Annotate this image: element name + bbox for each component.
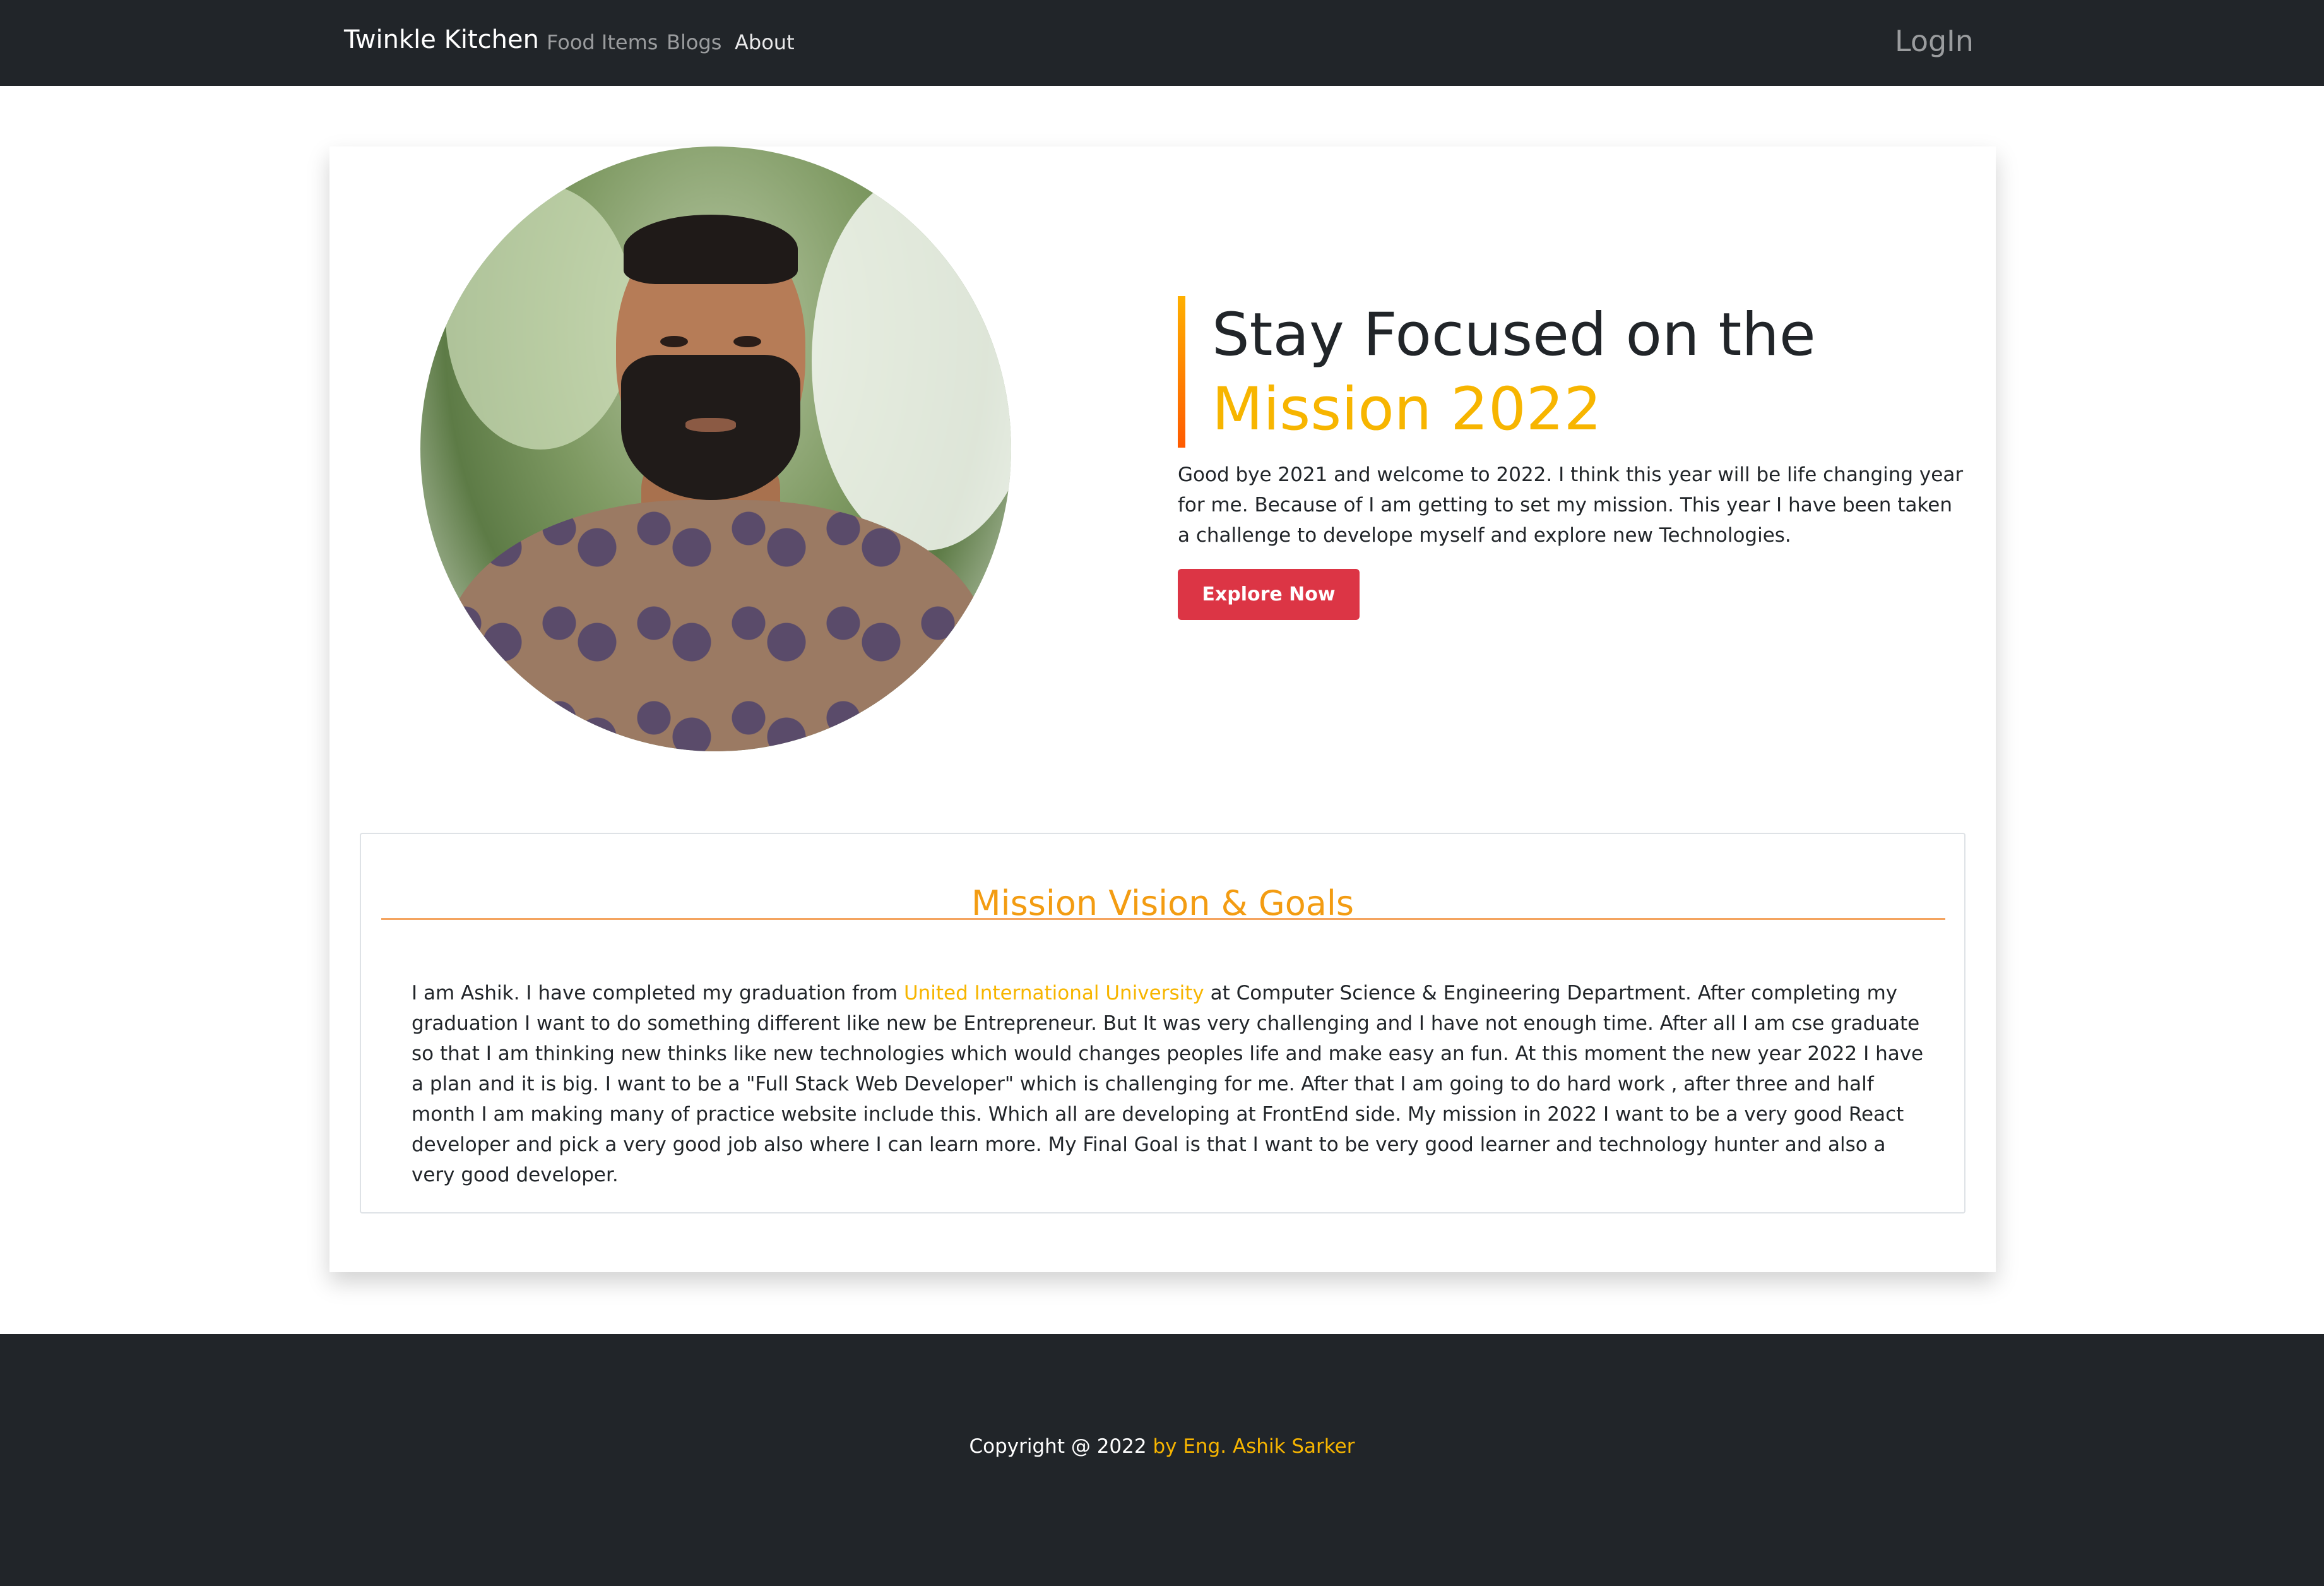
explore-now-button[interactable]: Explore Now <box>1178 569 1360 620</box>
navbar: Twinkle Kitchen Food Items Blogs About L… <box>0 0 2324 86</box>
footer: Copyright @ 2022 by Eng. Ashik Sarker <box>0 1334 2324 1586</box>
goals-title: Mission Vision & Goals <box>971 883 1354 923</box>
goals-text-body: at Computer Science & Engineering Depart… <box>412 982 1924 1186</box>
goals-text-intro: I am Ashik. I have completed my graduati… <box>412 982 904 1005</box>
brand-link[interactable]: Twinkle Kitchen <box>344 25 539 54</box>
footer-copyright: Copyright @ 2022 by Eng. Ashik Sarker <box>0 1435 2324 1458</box>
author-link[interactable]: by Eng. Ashik Sarker <box>1153 1435 1355 1458</box>
hero-heading: Stay Focused on the <box>1212 301 1816 369</box>
copyright-text: Copyright @ 2022 <box>969 1435 1153 1458</box>
university-link[interactable]: United International University <box>904 982 1204 1005</box>
login-link[interactable]: LogIn <box>1895 24 1974 58</box>
hero-description: Good bye 2021 and welcome to 2022. I thi… <box>1178 463 1964 547</box>
heading-accent-bar <box>1178 296 1185 448</box>
nav-food-items[interactable]: Food Items <box>547 30 658 54</box>
hero-heading-highlight: Mission 2022 <box>1212 375 1602 444</box>
nav-blogs[interactable]: Blogs <box>667 30 721 54</box>
nav-about[interactable]: About <box>735 30 795 54</box>
about-card: Stay Focused on the Mission 2022 Good by… <box>329 146 1996 1272</box>
goals-divider <box>381 918 1945 920</box>
goals-text: I am Ashik. I have completed my graduati… <box>412 978 1926 1190</box>
goals-section: Mission Vision & Goals I am Ashik. I hav… <box>360 833 1965 1213</box>
profile-photo <box>420 146 1011 751</box>
